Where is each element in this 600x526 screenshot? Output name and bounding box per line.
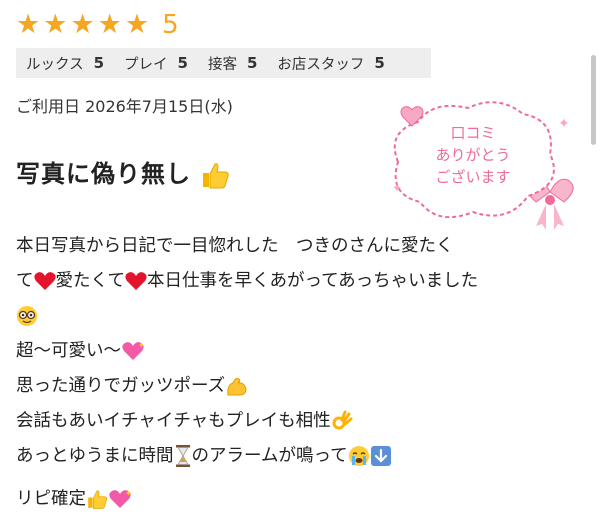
score-service: 接客 5: [208, 53, 257, 74]
star-icon: ★: [124, 9, 150, 40]
score-value: 5: [374, 54, 385, 72]
score-value: 5: [177, 54, 188, 72]
body-line: 思った通りでガッツポーズ: [16, 369, 584, 404]
heart-icon: [33, 272, 56, 290]
review-title-text: 写真に偽り無し: [16, 160, 191, 188]
down-arrow-icon: [370, 446, 391, 466]
body-text: あっとゆうまに時間: [16, 446, 174, 466]
stamp-line-1: 口コミ: [450, 124, 495, 142]
score-staff: お店スタッフ 5: [277, 53, 384, 74]
thanks-stamp: ✦ ✦ 口コミ ありがとう ございます: [392, 101, 574, 230]
score-breakdown: ルックス 5 プレイ 5 接客 5 お店スタッフ 5: [16, 48, 431, 78]
body-line: て 愛たくて 本日仕事を早くあがってあっちゃいました: [16, 264, 584, 299]
review-body: 本日写真から日記で一目惚れした つきのさんに愛たく て 愛たくて 本日仕事を早くあが…: [16, 229, 584, 474]
rating-stars: ★ ★ ★ ★ ★ 5: [16, 9, 179, 41]
body-text: て: [16, 271, 34, 291]
score-label: ルックス: [26, 56, 84, 73]
sparkling-heart-icon: ✦: [122, 341, 145, 360]
star-icon: ★: [43, 9, 68, 40]
body-text: のアラームが鳴って: [191, 446, 348, 466]
body-text: 愛たくて: [55, 271, 125, 291]
score-label: お店スタッフ: [277, 56, 365, 73]
body-text: 本日仕事を早くあがってあっちゃいました: [146, 271, 479, 291]
closing-line: リピ確定 ✦: [16, 484, 132, 514]
overall-rating: 5: [162, 10, 179, 40]
heart-icon: [125, 272, 147, 290]
star-icon: ★: [16, 9, 41, 40]
body-text: 超〜可愛い〜: [16, 341, 121, 361]
ok-hand-icon: [332, 410, 353, 430]
sparkling-heart-icon: ✦: [109, 489, 132, 508]
star-icon: ★: [70, 9, 95, 40]
body-line: あっとゆうまに時間 のアラームが鳴って: [16, 439, 584, 474]
score-looks: ルックス 5: [26, 53, 104, 74]
body-line: 超〜可愛い〜 ✦: [16, 334, 584, 369]
scrollbar[interactable]: [591, 55, 596, 145]
nerd-face-icon: [17, 306, 37, 326]
svg-text:✦: ✦: [125, 489, 132, 498]
body-line: 会話もあいイチャイチャもプレイも相性: [16, 404, 584, 439]
svg-text:✦: ✦: [558, 116, 570, 132]
score-value: 5: [93, 54, 105, 72]
score-label: 接客: [207, 56, 237, 73]
stamp-line-2: ありがとう: [435, 146, 510, 164]
flexed-biceps-icon: [227, 378, 247, 396]
score-value: 5: [246, 54, 258, 72]
crying-face-icon: [348, 446, 369, 466]
hourglass-icon: [175, 445, 190, 467]
body-line: [16, 299, 584, 334]
svg-text:✦: ✦: [392, 181, 402, 195]
body-text: 会話もあいイチャイチャもプレイも相性: [16, 411, 331, 431]
closing-text: リピ確定: [16, 489, 86, 509]
body-line: 本日写真から日記で一目惚れした つきのさんに愛たく: [16, 229, 584, 264]
body-text: 思った通りでガッツポーズ: [16, 376, 226, 396]
thumbs-up-icon: [88, 490, 108, 509]
thumbs-up-icon: [203, 163, 230, 189]
stamp-line-3: ございます: [435, 168, 510, 186]
body-text: 本日写真から日記で一目惚れした つきのさんに愛たく: [16, 236, 454, 256]
score-label: プレイ: [124, 56, 168, 73]
star-icon: ★: [97, 9, 122, 40]
visit-date: ご利用日 2026年7月15日(水): [16, 97, 233, 116]
score-play: プレイ 5: [124, 53, 188, 74]
svg-text:✦: ✦: [138, 341, 145, 350]
review-title: 写真に偽り無し: [16, 154, 230, 189]
